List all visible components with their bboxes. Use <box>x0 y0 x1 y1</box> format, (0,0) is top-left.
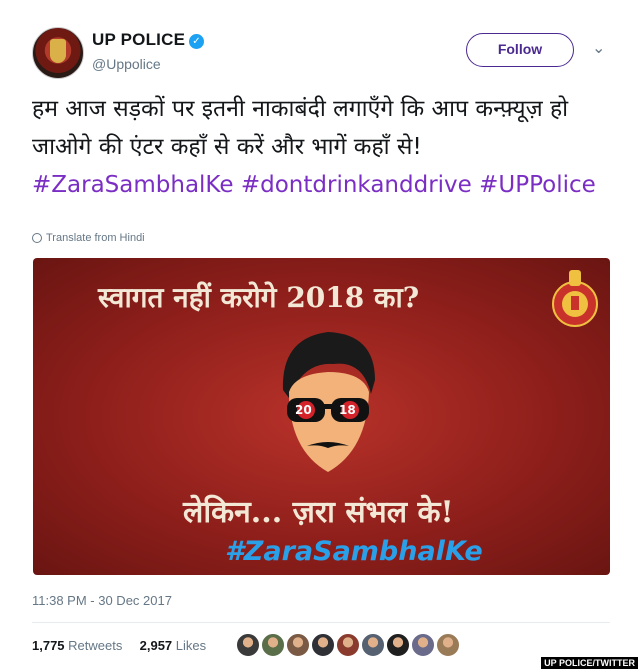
image-hashtag: #ZaraSambhalKe <box>225 536 483 567</box>
account-handle[interactable]: @Uppolice <box>92 56 161 72</box>
hashtag-link[interactable]: #ZaraSambhalKe <box>32 172 234 198</box>
globe-icon <box>32 233 42 243</box>
liker-avatar[interactable] <box>386 633 410 657</box>
retweets-count[interactable]: 1,775 <box>32 638 65 653</box>
liker-avatar[interactable] <box>311 633 335 657</box>
liker-avatar[interactable] <box>361 633 385 657</box>
tweet-image[interactable]: स्वागत नहीं करोगे 2018 का? 20 18 लेकिन..… <box>33 258 610 575</box>
engagement-stats: 1,775 Retweets 2,957 Likes <box>32 638 206 653</box>
account-name[interactable]: UP POLICE <box>92 30 185 50</box>
liker-avatar[interactable] <box>286 633 310 657</box>
glasses-right-number: 18 <box>339 403 356 417</box>
tweet-text: हम आज सड़कों पर इतनी नाकाबंदी लगाएँगे कि… <box>32 90 612 204</box>
avatar[interactable] <box>32 27 84 79</box>
liker-avatar[interactable] <box>336 633 360 657</box>
liker-avatar[interactable] <box>236 633 260 657</box>
image-headline: स्वागत नहीं करोगे 2018 का? <box>98 281 420 314</box>
verified-badge-icon: ✓ <box>189 34 204 49</box>
translate-link[interactable]: Translate from Hindi <box>32 232 145 244</box>
retweets-label[interactable]: Retweets <box>68 638 122 653</box>
likes-label[interactable]: Likes <box>176 638 206 653</box>
police-emblem-icon <box>552 270 598 327</box>
chevron-down-icon[interactable]: ⌄ <box>592 38 605 57</box>
liker-avatar[interactable] <box>261 633 285 657</box>
cartoon-face-illustration <box>282 332 375 472</box>
glasses-left-number: 20 <box>295 403 312 417</box>
image-caption: लेकिन... ज़रा संभल के! <box>183 495 454 530</box>
liker-avatar[interactable] <box>436 633 460 657</box>
likes-count[interactable]: 2,957 <box>140 638 173 653</box>
liker-avatar[interactable] <box>411 633 435 657</box>
follow-button[interactable]: Follow <box>466 33 574 67</box>
divider <box>32 622 610 623</box>
liker-avatars <box>236 633 461 659</box>
hashtag-link[interactable]: #UPPolice <box>479 172 596 198</box>
tweet-timestamp[interactable]: 11:38 PM - 30 Dec 2017 <box>32 593 172 608</box>
hashtag-link[interactable]: #dontdrinkanddrive <box>241 172 472 198</box>
image-credit: UP POLICE/TWITTER <box>541 657 638 669</box>
translate-label: Translate from Hindi <box>46 232 145 244</box>
tweet-body-text: हम आज सड़कों पर इतनी नाकाबंदी लगाएँगे कि… <box>32 96 569 160</box>
